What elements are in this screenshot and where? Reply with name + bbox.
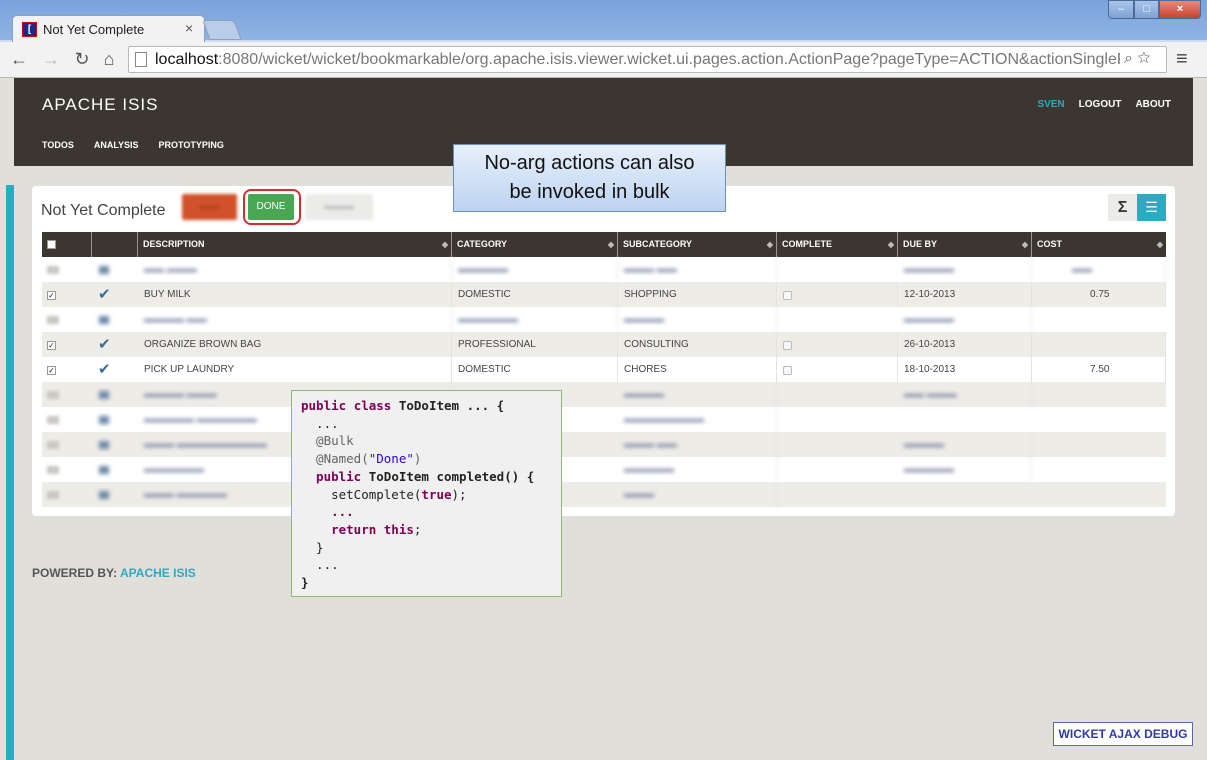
table-row[interactable]: ▬▬▬▬ ▬▬ ▬▬▬▬▬▬ ▬▬▬▬ ▬▬▬▬▬ [42, 307, 1166, 332]
done-button[interactable]: DONE [248, 194, 294, 220]
table-row[interactable]: ▬▬▬▬▬ ▬▬▬▬▬▬ ▬▬▬▬▬▬▬▬ [42, 407, 1166, 432]
table-row[interactable]: ▬▬▬ ▬▬▬▬▬▬▬▬▬ ▬▬▬ ▬▬ ▬▬▬▬ [42, 432, 1166, 457]
favicon-icon: [ [22, 22, 37, 37]
search-icon[interactable]: ⌕ [1124, 50, 1133, 67]
panel-title: Not Yet Complete [41, 202, 166, 219]
cell-category: PROFESSIONAL [452, 332, 618, 357]
title-bar: [ Not Yet Complete × – □ × [0, 0, 1207, 42]
menu-todos[interactable]: TODOS [42, 140, 74, 150]
table-row[interactable]: ▬▬▬▬ ▬▬▬ ▬▬▬▬ ▬▬ ▬▬▬ [42, 382, 1166, 407]
complete-checkbox [783, 366, 792, 375]
powered-by: POWERED BY: APACHE ISIS [32, 566, 196, 580]
menu-analysis[interactable]: ANALYSIS [94, 140, 139, 150]
cell-cost: 0.75 [1032, 282, 1166, 307]
code-snippet-box: public class ToDoItem ... { ... @Bulk @N… [291, 390, 562, 597]
code-snippet: public class ToDoItem ... { ... @Bulk @N… [301, 398, 535, 591]
close-window-button[interactable]: × [1159, 0, 1201, 19]
header-description[interactable]: DESCRIPTION ◆ [138, 232, 452, 257]
home-icon[interactable]: ⌂ [99, 49, 119, 70]
brand-title[interactable]: APACHE ISIS [42, 95, 159, 115]
header-icon-col [92, 232, 138, 257]
table-row[interactable]: ▬▬▬▬▬▬ ▬▬▬▬▬ ▬▬▬▬▬ [42, 457, 1166, 482]
page-icon [135, 52, 147, 67]
about-link[interactable]: ABOUT [1135, 99, 1171, 110]
new-tab-button[interactable] [202, 20, 242, 40]
minimize-button[interactable]: – [1108, 0, 1134, 19]
header-complete[interactable]: COMPLETE ◆ [777, 232, 898, 257]
cell-cost: 7.50 [1032, 357, 1166, 382]
callout-line-2: be invoked in bulk [509, 181, 670, 203]
summary-sigma-button[interactable]: Σ [1108, 194, 1137, 221]
bulk-action-button-blurred[interactable]: ▬▬ [182, 194, 237, 220]
todo-item-icon[interactable]: ✔ [98, 357, 111, 382]
header-subcategory[interactable]: SUBCATEGORY ◆ [618, 232, 777, 257]
cell-complete [777, 332, 898, 357]
todo-item-icon[interactable]: ✔ [98, 332, 111, 357]
close-tab-icon[interactable]: × [185, 20, 193, 36]
collection-panel: Not Yet Complete ▬▬ DONE ▬▬▬ Σ ☰ DESCRIP… [32, 186, 1175, 516]
cell-complete [777, 357, 898, 382]
header-category[interactable]: CATEGORY ◆ [452, 232, 618, 257]
logout-link[interactable]: LOGOUT [1079, 99, 1122, 110]
todo-item-icon[interactable]: ✔ [98, 282, 111, 307]
url-text[interactable]: localhost:8080/wicket/wicket/bookmarkabl… [155, 51, 1120, 69]
cell-subcategory: CHORES [618, 357, 777, 382]
header-cost[interactable]: COST ◆ [1032, 232, 1166, 257]
cell-due-by: 18-10-2013 [898, 357, 1032, 382]
user-link[interactable]: SVEN [1037, 99, 1064, 110]
cell-due-by: 12-10-2013 [898, 282, 1032, 307]
list-view-button[interactable]: ☰ [1137, 194, 1166, 221]
select-all-checkbox[interactable] [47, 240, 56, 249]
browser-tab[interactable]: [ Not Yet Complete × [12, 15, 205, 42]
complete-checkbox [783, 341, 792, 350]
menu-prototyping[interactable]: PROTOTYPING [159, 140, 224, 150]
cell-category: DOMESTIC [452, 357, 618, 382]
bulk-action-button-blurred-2[interactable]: ▬▬▬ [305, 194, 373, 220]
wicket-ajax-debug-button[interactable]: WICKET AJAX DEBUG [1053, 722, 1193, 746]
main-menu: TODOS ANALYSIS PROTOTYPING [42, 140, 224, 150]
cell-description[interactable]: BUY MILK [138, 282, 452, 307]
annotation-callout: No-arg actions can also be invoked in bu… [453, 144, 726, 212]
cell-description[interactable]: PICK UP LAUNDRY [138, 357, 452, 382]
window-controls: – □ × [1108, 0, 1201, 19]
row-checkbox[interactable]: ✓ [47, 291, 56, 300]
table-row[interactable]: ▬▬ ▬▬▬ ▬▬▬▬▬ ▬▬▬ ▬▬ ▬▬▬▬▬ ▬▬ [42, 257, 1166, 282]
user-menu: SVEN LOGOUT ABOUT [1037, 99, 1171, 110]
cell-complete [777, 282, 898, 307]
back-icon[interactable]: ← [9, 49, 29, 70]
bookmark-star-icon[interactable]: ☆ [1137, 50, 1150, 67]
browser-chrome: [ Not Yet Complete × – □ × ← → ↻ ⌂ local… [0, 0, 1207, 78]
tab-title: Not Yet Complete [43, 22, 145, 37]
cell-subcategory: CONSULTING [618, 332, 777, 357]
reload-icon[interactable]: ↻ [72, 49, 92, 70]
table-row[interactable]: ✓ ✔ ORGANIZE BROWN BAG PROFESSIONAL CONS… [42, 332, 1166, 357]
maximize-button[interactable]: □ [1134, 0, 1159, 19]
table-row[interactable]: ✓ ✔ PICK UP LAUNDRY DOMESTIC CHORES 18-1… [42, 357, 1166, 382]
apache-isis-link[interactable]: APACHE ISIS [120, 566, 196, 580]
cell-due-by: 26-10-2013 [898, 332, 1032, 357]
complete-checkbox [783, 291, 792, 300]
browser-menu-icon[interactable]: ≡ [1176, 48, 1188, 71]
cell-subcategory: SHOPPING [618, 282, 777, 307]
left-accent-bar [6, 185, 14, 760]
address-bar[interactable]: localhost:8080/wicket/wicket/bookmarkabl… [128, 46, 1167, 73]
cell-category: DOMESTIC [452, 282, 618, 307]
row-checkbox[interactable]: ✓ [47, 366, 56, 375]
header-select-all [42, 232, 92, 257]
table-header: DESCRIPTION ◆ CATEGORY ◆ SUBCATEGORY ◆ COMP… [42, 232, 1166, 257]
header-due-by[interactable]: DUE BY ◆ [898, 232, 1032, 257]
table-row[interactable]: ▬▬▬ ▬▬▬▬▬ ▬▬▬ [42, 482, 1166, 507]
cell-description[interactable]: ORGANIZE BROWN BAG [138, 332, 452, 357]
browser-toolbar: ← → ↻ ⌂ localhost:8080/wicket/wicket/boo… [0, 42, 1207, 78]
forward-icon[interactable]: → [41, 49, 61, 70]
row-checkbox[interactable]: ✓ [47, 341, 56, 350]
callout-line-1: No-arg actions can also [484, 152, 695, 174]
table-row[interactable]: ✓ ✔ BUY MILK DOMESTIC SHOPPING 12-10-201… [42, 282, 1166, 307]
cell-cost [1032, 332, 1166, 357]
